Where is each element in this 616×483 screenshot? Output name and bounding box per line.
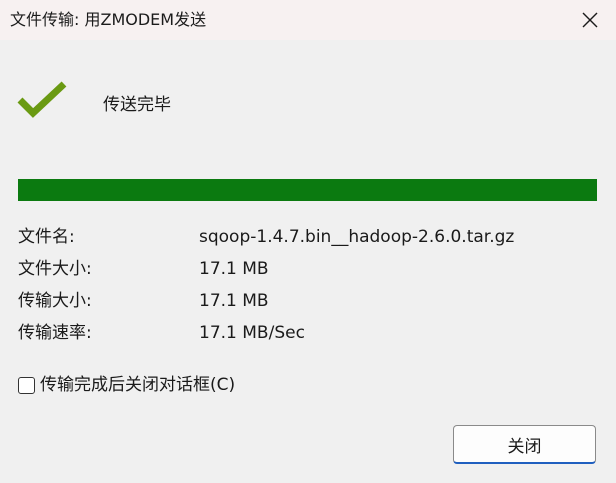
title-bar: 文件传输: 用ZMODEM发送 xyxy=(0,0,616,40)
filesize-value: 17.1 MB xyxy=(199,259,269,279)
filename-value: sqoop-1.4.7.bin__hadoop-2.6.0.tar.gz xyxy=(199,227,515,247)
rate-label: 传输速率: xyxy=(18,323,92,343)
close-after-transfer-option[interactable]: 传输完成后关闭对话框(C) xyxy=(18,374,235,396)
status-text: 传送完毕 xyxy=(103,95,171,115)
close-window-button[interactable] xyxy=(572,2,608,38)
close-after-transfer-checkbox[interactable] xyxy=(18,376,35,394)
checkmark-icon xyxy=(17,81,67,118)
progress-fill xyxy=(18,179,597,201)
transfer-dialog: 文件传输: 用ZMODEM发送 传送完毕 文件名: sqoop-1.4.7.bi… xyxy=(0,0,616,483)
transferred-value: 17.1 MB xyxy=(199,291,269,311)
transferred-label: 传输大小: xyxy=(18,291,92,311)
window-title: 文件传输: 用ZMODEM发送 xyxy=(10,10,207,29)
rate-value: 17.1 MB/Sec xyxy=(199,323,305,343)
close-after-transfer-label: 传输完成后关闭对话框(C) xyxy=(40,375,236,395)
close-button[interactable]: 关闭 xyxy=(453,425,596,464)
filename-label: 文件名: xyxy=(18,227,75,247)
filesize-label: 文件大小: xyxy=(18,259,92,279)
progress-bar xyxy=(18,179,597,201)
close-icon xyxy=(582,12,598,28)
